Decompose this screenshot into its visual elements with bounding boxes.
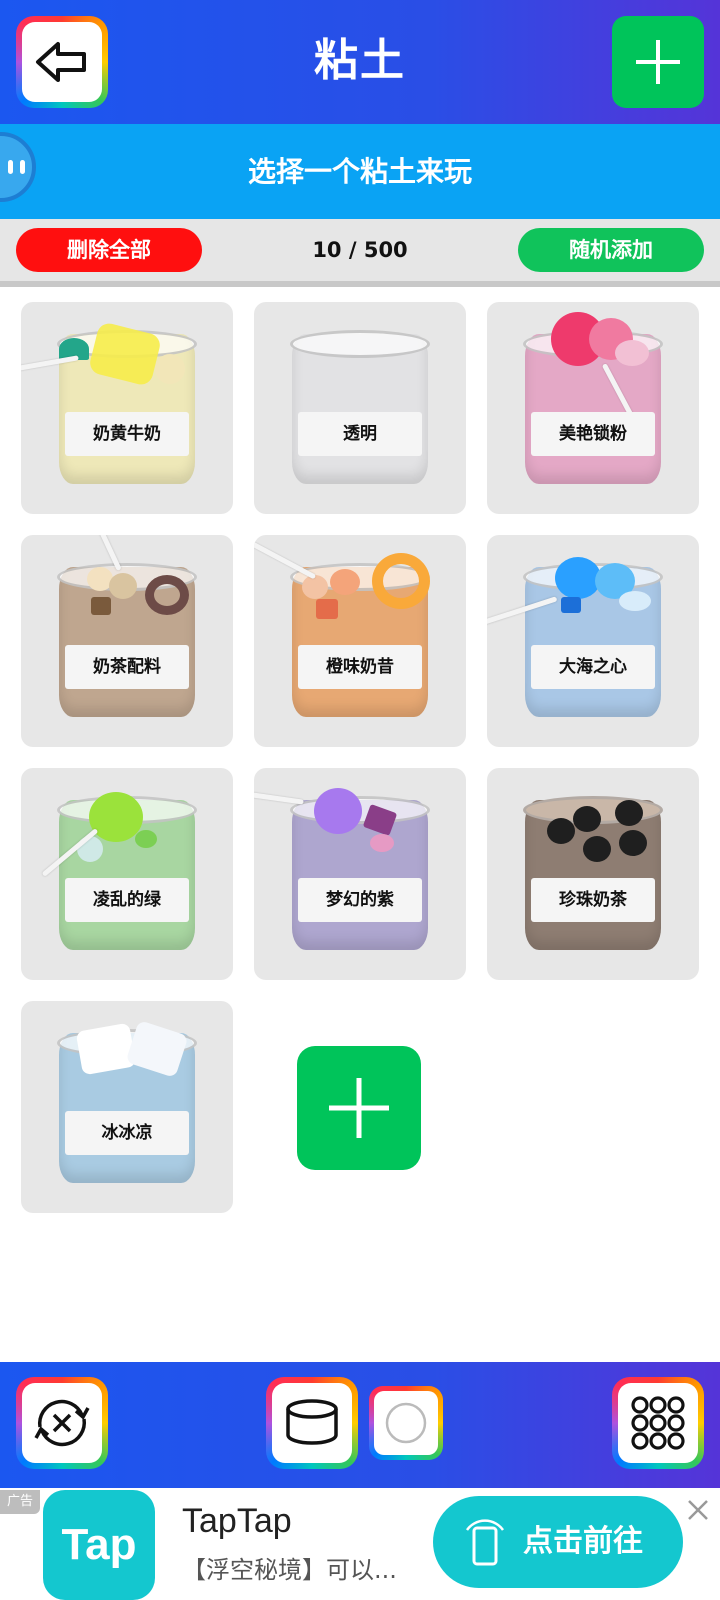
add-button[interactable] bbox=[612, 16, 704, 108]
ad-cta-button[interactable]: 点击前往 bbox=[433, 1496, 683, 1588]
back-arrow-icon bbox=[36, 42, 86, 82]
grid-menu-button[interactable] bbox=[612, 1377, 704, 1469]
slime-name: 橙味奶昔 bbox=[298, 645, 422, 689]
page-title: 粘土 bbox=[314, 35, 406, 86]
close-icon[interactable] bbox=[686, 1498, 710, 1522]
slime-name: 奶茶配料 bbox=[65, 645, 189, 689]
slime-card-2[interactable]: 美艳锁粉 bbox=[487, 302, 699, 514]
back-button[interactable] bbox=[16, 16, 108, 108]
slime-name: 珍珠奶茶 bbox=[531, 878, 655, 922]
subtitle-text: 选择一个粘土来玩 bbox=[247, 155, 472, 188]
slime-card-4[interactable]: 橙味奶昔 bbox=[254, 535, 466, 747]
slime-card-6[interactable]: 凌乱的绿 bbox=[21, 768, 233, 980]
reset-icon bbox=[34, 1399, 90, 1447]
slime-name: 凌乱的绿 bbox=[65, 878, 189, 922]
slime-jar: 奶黄牛奶 bbox=[57, 321, 197, 484]
slime-name: 透明 bbox=[298, 412, 422, 456]
slime-jar: 梦幻的紫 bbox=[290, 788, 430, 950]
grid-icon bbox=[631, 1396, 685, 1450]
slime-card-7[interactable]: 梦幻的紫 bbox=[254, 768, 466, 980]
slime-card-1[interactable]: 透明 bbox=[254, 302, 466, 514]
ad-title: TapTap bbox=[182, 1502, 292, 1540]
slime-name: 美艳锁粉 bbox=[531, 412, 655, 456]
slime-card-8[interactable]: 珍珠奶茶 bbox=[487, 768, 699, 980]
ad-cta-label: 点击前往 bbox=[523, 1524, 643, 1559]
slime-jar: 冰冰凉 bbox=[57, 1020, 197, 1183]
slime-name: 梦幻的紫 bbox=[298, 878, 422, 922]
ad-app-icon[interactable]: Tap bbox=[43, 1490, 155, 1600]
slime-jar: 奶茶配料 bbox=[57, 563, 197, 717]
slime-name: 奶黄牛奶 bbox=[65, 412, 189, 456]
plus-icon bbox=[329, 1078, 389, 1138]
circle-button[interactable] bbox=[369, 1386, 443, 1460]
jar-icon bbox=[286, 1399, 338, 1445]
slime-jar: 橙味奶昔 bbox=[290, 553, 430, 717]
slime-jar: 大海之心 bbox=[523, 557, 663, 717]
random-add-button[interactable]: 随机添加 bbox=[518, 228, 704, 272]
ad-description: 【浮空秘境】可以... bbox=[182, 1556, 397, 1584]
slime-jar: 凌乱的绿 bbox=[57, 792, 197, 950]
slime-name: 冰冰凉 bbox=[65, 1111, 189, 1155]
plus-icon bbox=[636, 40, 680, 84]
circle-icon bbox=[385, 1402, 427, 1444]
slime-card-5[interactable]: 大海之心 bbox=[487, 535, 699, 747]
slime-card-0[interactable]: 奶黄牛奶 bbox=[21, 302, 233, 514]
slime-card-9[interactable]: 冰冰凉 bbox=[21, 1001, 233, 1213]
ad-badge: 广告 bbox=[0, 1490, 40, 1514]
slime-counter: 10 / 500 bbox=[312, 238, 408, 262]
phone-icon bbox=[465, 1519, 505, 1566]
slime-jar: 美艳锁粉 bbox=[523, 312, 663, 484]
delete-all-button[interactable]: 删除全部 bbox=[16, 228, 202, 272]
slime-name: 大海之心 bbox=[531, 645, 655, 689]
slime-card-3[interactable]: 奶茶配料 bbox=[21, 535, 233, 747]
jar-button[interactable] bbox=[266, 1377, 358, 1469]
slime-jar: 珍珠奶茶 bbox=[523, 796, 663, 950]
slime-jar: 透明 bbox=[290, 330, 430, 484]
reset-button[interactable] bbox=[16, 1377, 108, 1469]
add-slime-button[interactable] bbox=[297, 1046, 421, 1170]
